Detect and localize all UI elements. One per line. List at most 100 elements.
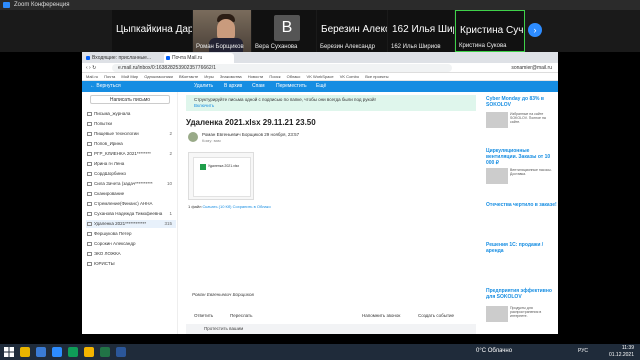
spam-button[interactable]: Спам xyxy=(252,81,265,92)
browser-tab[interactable]: Входящие: присланные... xyxy=(84,53,162,63)
folder-item[interactable]: Сорокин Александр xyxy=(86,240,176,248)
folder-item[interactable]: Сканирование xyxy=(86,190,176,198)
ad-heading[interactable]: Циркуляционные вентиляции. Заказы от 10 … xyxy=(486,148,558,166)
attachment-actions: 1 файл Скачать (10 Кб) Сохранить в Облак… xyxy=(188,204,271,209)
bookmark[interactable]: Мой Мир xyxy=(121,74,138,79)
taskbar-clock[interactable]: 11:39 01.12.2021 xyxy=(609,345,634,359)
participant-tile[interactable]: 162 Илья Ширцов 162 Илья Шириов xyxy=(388,10,454,52)
move-button[interactable]: Переместить xyxy=(276,81,307,92)
folder-item[interactable]: ЭКО ЛОЖКА xyxy=(86,250,176,258)
banner-link[interactable]: Включить xyxy=(194,103,468,109)
windows-taskbar: 0°C Облачно РУС 11:39 01.12.2021 xyxy=(0,344,640,360)
ad-image[interactable] xyxy=(486,168,508,184)
bookmark[interactable]: Mail.ru xyxy=(86,74,98,79)
participant-tile[interactable]: Цыпкайкина Дарья xyxy=(112,10,192,52)
back-button[interactable]: ← Вернуться xyxy=(90,81,121,92)
bookmark[interactable]: Облако xyxy=(287,74,301,79)
folder-item[interactable]: ЮРИСТЫ xyxy=(86,260,176,268)
bookmark[interactable]: Поиск xyxy=(269,74,280,79)
windows-start-icon[interactable] xyxy=(4,347,14,357)
ad-heading[interactable]: Решения 1С: продажи / аренда xyxy=(486,242,558,254)
bookmarks-bar: Mail.ru Почта Мой Мир Одноклассники ВКон… xyxy=(82,73,558,81)
folder-icon xyxy=(87,172,92,176)
folder-item[interactable]: Письма_журнала xyxy=(86,110,176,118)
excel-icon xyxy=(200,164,206,170)
folder-icon xyxy=(87,252,92,256)
bookmark[interactable]: ВКонтакте xyxy=(179,74,198,79)
ad-heading[interactable]: Отечества чертило в заказе! xyxy=(486,202,557,208)
participant-name: Цыпкайкина Дарья xyxy=(116,24,192,35)
chrome-icon[interactable] xyxy=(68,347,78,357)
browser-tab-active[interactable]: Почта Mail.ru xyxy=(164,53,234,63)
compose-button[interactable]: Написать письмо xyxy=(90,95,170,104)
attachment-name: Удаленка 2021.xlsx xyxy=(208,164,240,168)
bookmark[interactable]: VK Combo xyxy=(340,74,359,79)
weather-widget[interactable]: 0°C Облачно xyxy=(476,348,512,354)
clock-time: 11:39 xyxy=(621,345,634,351)
forward-button[interactable]: Переслать xyxy=(230,313,252,318)
nav-arrows-icon[interactable]: ‹ › ↻ xyxy=(86,63,96,73)
bookmark[interactable]: Все проекты xyxy=(365,74,388,79)
folder-icon xyxy=(87,142,92,146)
edge-icon[interactable] xyxy=(36,347,46,357)
bookmark[interactable]: Почта xyxy=(104,74,115,79)
folder-item[interactable]: Фершукова Петер xyxy=(86,230,176,238)
folder-icon xyxy=(87,132,92,136)
folder-item[interactable]: Попытки xyxy=(86,120,176,128)
ad-heading[interactable]: Предприятия эффективно для SOKOLOV xyxy=(486,288,558,300)
folder-icon xyxy=(87,222,92,226)
attachment-preview[interactable]: Удаленка 2021.xlsx xyxy=(188,152,254,200)
create-event-button[interactable]: Создать событие xyxy=(418,313,454,318)
folder-icon xyxy=(87,212,92,216)
quick-reply-input[interactable]: Протестить вашим xyxy=(186,324,476,334)
folder-item[interactable]: СордШорбинко xyxy=(86,170,176,178)
folder-item-selected[interactable]: Удаленка 2021************ 315 xyxy=(86,220,176,228)
tab-label: Почта Mail.ru xyxy=(172,55,203,61)
save-to-cloud-link[interactable]: Сохранить в Облако xyxy=(233,204,271,209)
folder-item[interactable]: Стремление(Финанс) АННА xyxy=(86,200,176,208)
folder-icon xyxy=(87,262,92,266)
account-label[interactable]: sonamier@mail.ru xyxy=(511,63,552,73)
download-link[interactable]: Скачать (10 Кб) xyxy=(203,204,232,209)
excel-icon[interactable] xyxy=(100,347,110,357)
bookmark[interactable]: Игры xyxy=(204,74,213,79)
folder-item[interactable]: Сила Зачета (задач********** 10 xyxy=(86,180,176,188)
participant-tile[interactable]: B Вера Суханова xyxy=(252,10,316,52)
participant-name: Вера Суханова xyxy=(255,44,298,50)
folder-item[interactable]: Ирина гн Лена xyxy=(86,160,176,168)
ad-image[interactable] xyxy=(486,112,508,128)
yandex-browser-icon[interactable] xyxy=(20,347,30,357)
clock-date: 01.12.2021 xyxy=(608,352,634,358)
folder-icon xyxy=(87,152,92,156)
participant-tile[interactable]: Березин Алекс... Березин Александр xyxy=(317,10,387,52)
participant-strip: Цыпкайкина Дарья Роман Борщиков B Вера С… xyxy=(0,10,640,52)
bookmark[interactable]: Новости xyxy=(248,74,263,79)
language-indicator[interactable]: РУС xyxy=(578,348,588,354)
url-input[interactable]: e.mail.ru/inbox/0:16382825390235776662/1 xyxy=(112,64,452,72)
message-sender[interactable]: Роман Евгеньевич Борщиков 29 ноября, 23:… xyxy=(202,132,299,137)
more-button[interactable]: Ещё xyxy=(316,81,326,92)
bookmark[interactable]: Одноклассники xyxy=(144,74,173,79)
participant-video-tile[interactable]: Роман Борщиков xyxy=(193,10,251,52)
participant-tile-active[interactable]: Кристина Сучк... Кристина Сукова xyxy=(455,10,525,52)
next-page-button[interactable]: › xyxy=(528,23,542,37)
folder-icon xyxy=(87,242,92,246)
reminder-button[interactable]: Напомнить звонок xyxy=(362,313,400,318)
word-icon[interactable] xyxy=(116,347,126,357)
delete-button[interactable]: Удалить xyxy=(194,81,213,92)
folder-item[interactable]: Попов_Ирина xyxy=(86,140,176,148)
folder-item[interactable]: РГР_КЛИЕНКА 2021******** 2 xyxy=(86,150,176,158)
message-actions: Ответить Переслать Напомнить звонок Созд… xyxy=(186,310,476,322)
archive-button[interactable]: В архив xyxy=(224,81,242,92)
reply-button[interactable]: Ответить xyxy=(194,313,213,318)
folder-item[interactable]: Пищевые технологии 2 xyxy=(86,130,176,138)
ad-image[interactable] xyxy=(486,306,508,322)
bookmark[interactable]: Знакомства xyxy=(220,74,242,79)
avatar: B xyxy=(274,15,300,41)
zoom-icon[interactable] xyxy=(52,347,62,357)
bookmark[interactable]: VK WorkSpace xyxy=(307,74,334,79)
explorer-icon[interactable] xyxy=(84,347,94,357)
folder-item[interactable]: Суханова Надежда Тимофеевна 1 xyxy=(86,210,176,218)
folder-icon xyxy=(87,122,92,126)
ad-heading[interactable]: Cyber Monday до 83% в SOKOLOV xyxy=(486,96,558,108)
